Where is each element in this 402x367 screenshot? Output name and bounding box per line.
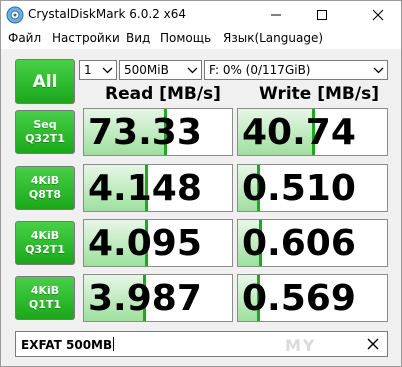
write-result: 0.606 bbox=[237, 219, 388, 267]
maximize-button[interactable] bbox=[299, 1, 345, 29]
close-icon bbox=[372, 9, 384, 21]
read-column-header: Read [MB/s] bbox=[105, 84, 221, 104]
watermark: MY bbox=[285, 336, 317, 355]
minimize-button[interactable] bbox=[253, 1, 299, 29]
chevron-down-icon bbox=[102, 67, 113, 74]
menu-language[interactable]: Язык(Language) bbox=[223, 31, 323, 45]
test-label-line2: Q1T1 bbox=[28, 298, 62, 311]
write-result: 0.569 bbox=[237, 274, 388, 322]
title-bar[interactable]: CrystalDiskMark 6.0.2 x64 bbox=[1, 1, 401, 29]
menu-settings[interactable]: Настройки bbox=[52, 31, 120, 45]
chevron-down-icon bbox=[187, 67, 198, 74]
test-label-line1: Seq bbox=[33, 118, 57, 131]
comment-text: EXFAT 500MB bbox=[21, 337, 115, 352]
run-all-button[interactable]: All bbox=[15, 59, 75, 104]
test-count-select[interactable]: 1 bbox=[79, 60, 117, 80]
read-result: 4.148 bbox=[83, 164, 233, 212]
test-seq-q32t1-button[interactable]: Seq Q32T1 bbox=[15, 110, 75, 154]
text-caret bbox=[113, 337, 115, 351]
chevron-down-icon bbox=[373, 67, 384, 74]
test-4kib-q32t1-button[interactable]: 4KiB Q32T1 bbox=[15, 221, 75, 265]
minimize-icon bbox=[271, 14, 281, 16]
test-size-select[interactable]: 500MiB bbox=[119, 60, 202, 80]
comment-value: EXFAT 500MB bbox=[21, 338, 113, 352]
read-result: 4.095 bbox=[83, 219, 233, 267]
write-value: 0.569 bbox=[242, 278, 356, 319]
app-disk-icon bbox=[6, 6, 24, 24]
write-value: 0.606 bbox=[242, 223, 356, 264]
read-value: 3.987 bbox=[88, 278, 202, 319]
read-result: 73.33 bbox=[83, 108, 233, 156]
write-result: 40.74 bbox=[237, 108, 388, 156]
test-label-line1: 4KiB bbox=[30, 174, 60, 187]
maximize-icon bbox=[317, 10, 327, 20]
test-count-value: 1 bbox=[84, 63, 92, 77]
test-label-line2: Q8T8 bbox=[28, 188, 62, 201]
menu-view[interactable]: Вид bbox=[126, 31, 150, 45]
write-value: 0.510 bbox=[242, 168, 356, 209]
test-label-line1: 4KiB bbox=[30, 284, 60, 297]
read-value: 4.095 bbox=[88, 223, 202, 264]
test-label-line2: Q32T1 bbox=[25, 243, 65, 256]
close-button[interactable] bbox=[355, 1, 401, 29]
write-column-header: Write [MB/s] bbox=[259, 84, 379, 104]
write-value: 40.74 bbox=[242, 112, 356, 153]
menu-bar: Файл Настройки Вид Помощь Язык(Language) bbox=[1, 29, 401, 49]
app-window: CrystalDiskMark 6.0.2 x64 Файл Настройки… bbox=[0, 0, 402, 367]
menu-file[interactable]: Файл bbox=[8, 31, 41, 45]
drive-value: F: 0% (0/117GiB) bbox=[209, 63, 311, 77]
drive-select[interactable]: F: 0% (0/117GiB) bbox=[204, 60, 388, 80]
write-result: 0.510 bbox=[237, 164, 388, 212]
test-size-value: 500MiB bbox=[124, 63, 169, 77]
clear-icon[interactable] bbox=[365, 336, 381, 352]
test-label-line1: 4KiB bbox=[30, 229, 60, 242]
read-result: 3.987 bbox=[83, 274, 233, 322]
read-value: 73.33 bbox=[88, 112, 202, 153]
comment-input[interactable]: EXFAT 500MB bbox=[15, 331, 388, 357]
menu-help[interactable]: Помощь bbox=[160, 31, 211, 45]
test-4kib-q8t8-button[interactable]: 4KiB Q8T8 bbox=[15, 166, 75, 210]
test-4kib-q1t1-button[interactable]: 4KiB Q1T1 bbox=[15, 276, 75, 320]
test-label-line2: Q32T1 bbox=[25, 132, 65, 145]
read-value: 4.148 bbox=[88, 168, 202, 209]
window-title: CrystalDiskMark 6.0.2 x64 bbox=[28, 7, 186, 21]
